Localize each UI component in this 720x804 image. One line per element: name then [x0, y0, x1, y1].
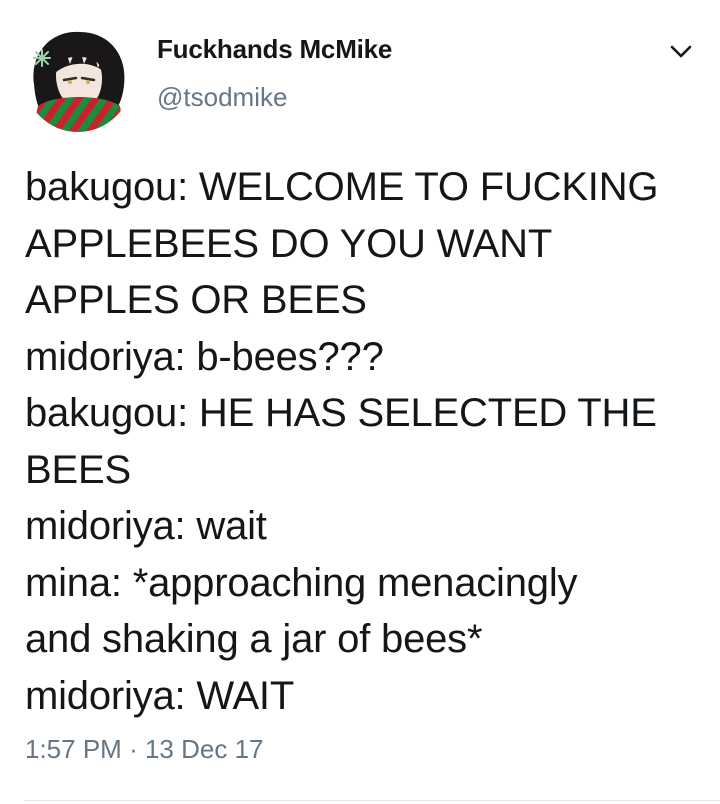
avatar[interactable]	[24, 24, 132, 132]
tweet-time: 1:57 PM	[25, 734, 122, 764]
tweet-menu-button[interactable]	[662, 36, 700, 68]
tweet-line: BEES	[25, 447, 131, 492]
tweet-line: APPLEBEES DO YOU WANT	[25, 221, 553, 266]
avatar-image	[24, 24, 132, 132]
chevron-down-icon	[670, 45, 692, 58]
tweet-card: Fuckhands McMike @tsodmike bakugou: WELC…	[0, 0, 720, 804]
timestamp-separator: ·	[129, 734, 138, 764]
tweet-line: midoriya: b-bees???	[25, 334, 384, 379]
tweet-line: mina: *approaching menacingly	[25, 560, 578, 605]
tweet-line: midoriya: WAIT	[25, 673, 295, 718]
tweet-line: midoriya: wait	[25, 504, 267, 548]
author-handle[interactable]: @tsodmike	[157, 82, 287, 113]
tweet-date: 13 Dec 17	[144, 734, 264, 764]
tweet-line: APPLES OR BEES	[25, 278, 367, 322]
tweet-text: bakugou: WELCOME TO FUCKING APPLEBEES DO…	[25, 159, 710, 724]
tweet-line: and shaking a jar of bees*	[25, 617, 483, 661]
divider	[24, 800, 720, 801]
tweet-timestamp[interactable]: 1:57 PM · 13 Dec 17	[25, 734, 264, 765]
tweet-line: bakugou: HE HAS SELECTED THE	[25, 391, 657, 435]
tweet-line: bakugou: WELCOME TO FUCKING	[25, 165, 659, 209]
author-display-name[interactable]: Fuckhands McMike	[157, 34, 392, 65]
